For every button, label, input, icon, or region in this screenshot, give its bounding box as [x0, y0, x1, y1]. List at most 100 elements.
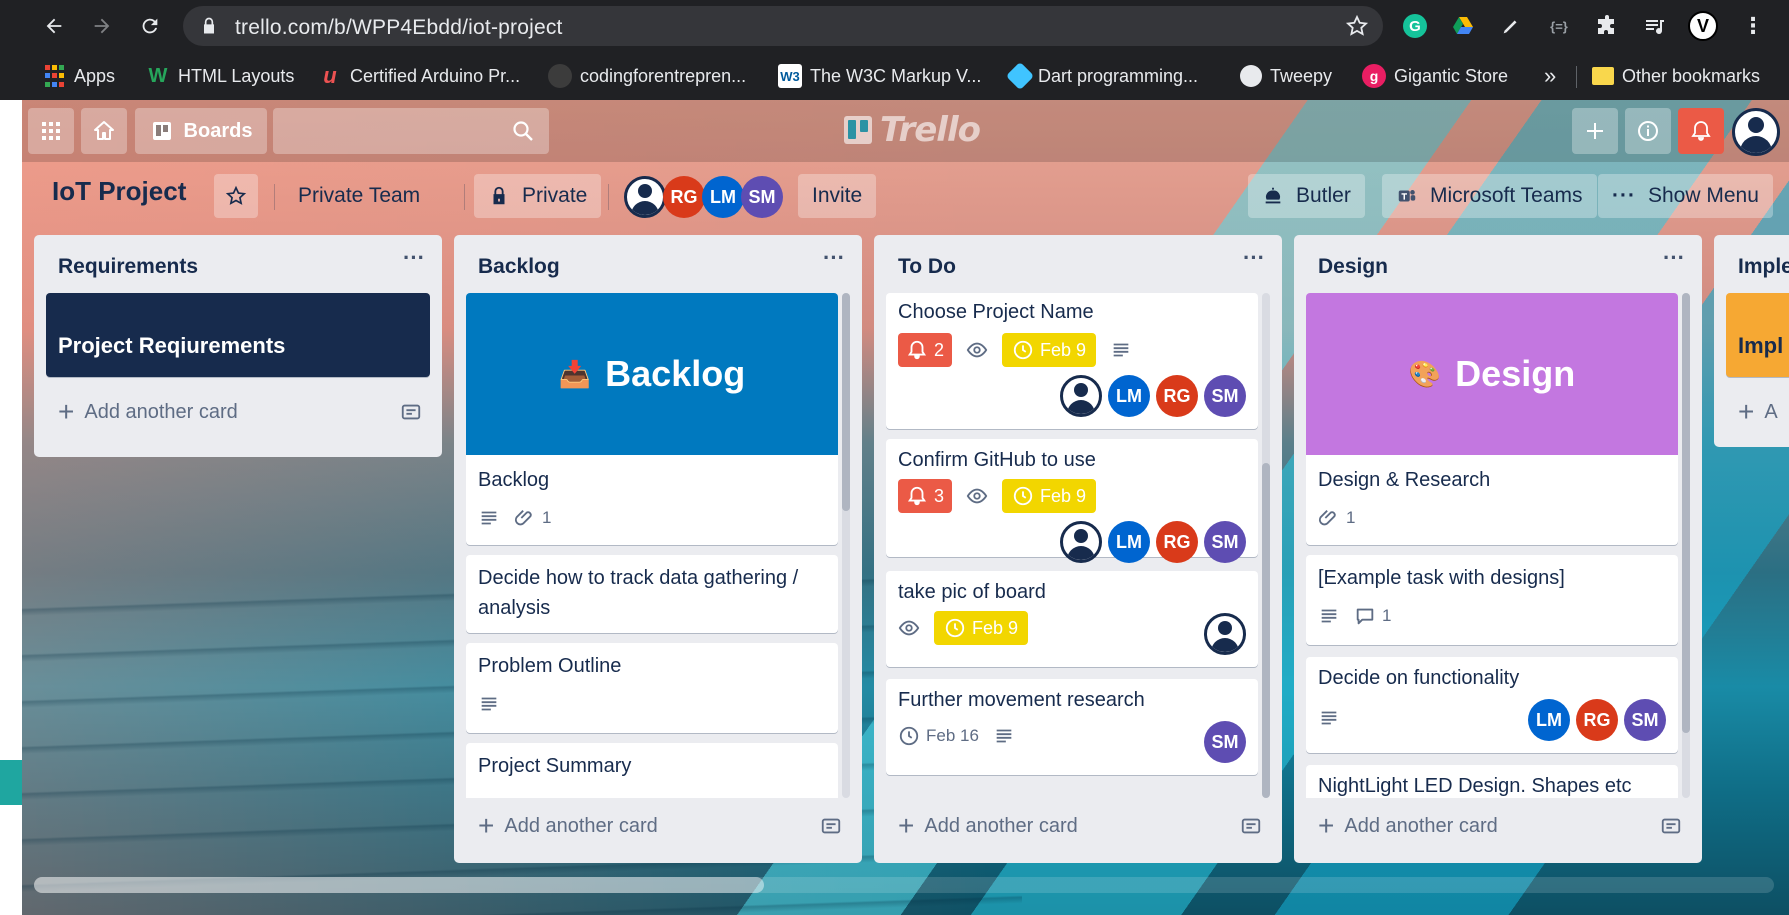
pen-extension-icon[interactable] — [1496, 11, 1526, 41]
member-avatar-lm[interactable]: LM — [1108, 521, 1150, 563]
create-button[interactable] — [1572, 108, 1618, 154]
scrollbar-thumb[interactable] — [34, 877, 764, 893]
member-avatar-sm[interactable]: SM — [1624, 699, 1666, 741]
add-card-button[interactable]: + Add another card — [58, 395, 238, 429]
card-badges: 1 — [478, 501, 551, 535]
microsoft-teams-button[interactable]: Microsoft Teams — [1382, 174, 1597, 218]
list-implementation: Imple Impl + A — [1714, 235, 1789, 447]
info-button[interactable] — [1625, 108, 1671, 154]
address-bar[interactable]: trello.com/b/WPP4Ebdd/iot-project — [183, 6, 1383, 46]
visibility-button[interactable]: Private — [474, 174, 602, 218]
member-avatar-lm[interactable]: LM — [1108, 375, 1150, 417]
add-card-button[interactable]: + Add another card — [1318, 809, 1498, 843]
bookmark-other-bookmarks[interactable]: Other bookmarks — [1592, 62, 1760, 90]
member-avatar-sm[interactable]: SM — [1204, 375, 1246, 417]
json-extension-icon[interactable]: {=} — [1544, 11, 1574, 41]
show-menu-button[interactable]: ··· Show Menu — [1598, 174, 1773, 218]
member-avatar-user[interactable] — [1060, 375, 1102, 417]
star-board-button[interactable] — [214, 174, 258, 218]
card[interactable]: Decide on functionality LM RG SM — [1306, 657, 1678, 753]
search-input[interactable] — [273, 108, 549, 154]
card[interactable]: Impl — [1726, 293, 1789, 377]
member-avatar-sm[interactable]: SM — [741, 176, 783, 218]
trello-logo[interactable]: Trello — [844, 110, 981, 150]
list-title[interactable]: Requirements — [58, 255, 198, 279]
forward-button[interactable] — [86, 10, 118, 42]
add-card-button[interactable]: + Add another card — [478, 809, 658, 843]
more-bookmarks-button[interactable]: » — [1544, 62, 1556, 90]
bookmark-tweepy[interactable]: Tweepy — [1240, 62, 1332, 90]
card[interactable]: Decide how to track data gathering / ana… — [466, 555, 838, 633]
board-horizontal-scrollbar[interactable] — [34, 877, 1774, 893]
card[interactable]: Confirm GitHub to use 3 Feb 9 LM RG SM — [886, 439, 1258, 563]
list-scrollbar[interactable] — [1262, 293, 1270, 798]
member-avatar-sm[interactable]: SM — [1204, 721, 1246, 763]
member-avatar-rg[interactable]: RG — [1156, 375, 1198, 417]
card[interactable]: 🎨 Design Design & Research 1 — [1306, 293, 1678, 545]
card-template-icon[interactable] — [1660, 815, 1682, 837]
bookmark-gigantic-store[interactable]: g Gigantic Store — [1362, 62, 1508, 90]
member-avatar-lm[interactable]: LM — [1528, 699, 1570, 741]
list-scrollbar[interactable] — [842, 293, 850, 798]
boards-button[interactable]: Boards — [135, 108, 267, 154]
bookmark-certified-arduino[interactable]: u Certified Arduino Pr... — [318, 62, 520, 90]
invite-button[interactable]: Invite — [798, 174, 877, 218]
list-title[interactable]: Design — [1318, 255, 1388, 279]
member-avatar-user[interactable] — [1204, 613, 1246, 655]
card[interactable]: Project Reqiurements — [46, 293, 430, 377]
card-template-icon[interactable] — [820, 815, 842, 837]
team-button[interactable]: Private Team — [284, 174, 434, 218]
card[interactable]: Choose Project Name 2 Feb 9 LM RG SM — [886, 293, 1258, 429]
card[interactable]: Problem Outline — [466, 643, 838, 733]
google-drive-extension-icon[interactable] — [1448, 11, 1478, 41]
member-avatar-rg[interactable]: RG — [1156, 521, 1198, 563]
card[interactable]: [Example task with designs] 1 — [1306, 555, 1678, 645]
media-control-icon[interactable] — [1640, 11, 1670, 41]
card-template-icon[interactable] — [400, 401, 422, 423]
back-button[interactable] — [38, 10, 70, 42]
card-template-icon[interactable] — [1240, 815, 1262, 837]
card[interactable]: NightLight LED Design. Shapes etc — [1306, 765, 1678, 798]
list-menu-button[interactable]: ··· — [1242, 247, 1266, 275]
card[interactable]: take pic of board Feb 9 — [886, 571, 1258, 667]
bookmark-codingforentrepreneurs[interactable]: codingforentrepren... — [548, 62, 746, 90]
reload-button[interactable] — [134, 10, 166, 42]
chrome-menu-icon[interactable]: ⋮ — [1738, 11, 1768, 41]
member-avatar-user[interactable] — [624, 176, 666, 218]
grammarly-extension-icon[interactable]: G — [1400, 11, 1430, 41]
profile-extension-icon[interactable]: V — [1688, 11, 1718, 41]
list-menu-button[interactable]: ··· — [822, 247, 846, 275]
account-avatar[interactable] — [1732, 108, 1780, 156]
butler-button[interactable]: Butler — [1248, 174, 1365, 218]
list-title[interactable]: Backlog — [478, 255, 560, 279]
bookmark-html-layouts[interactable]: W HTML Layouts — [146, 62, 295, 90]
divider — [608, 184, 609, 210]
card[interactable]: Project Summary — [466, 743, 838, 798]
list-scrollbar[interactable] — [1682, 293, 1690, 798]
board-title[interactable]: IoT Project — [52, 176, 186, 207]
bookmark-apps[interactable]: Apps — [42, 62, 115, 90]
bookmark-star-icon[interactable] — [1345, 14, 1369, 38]
bookmark-dart-programming[interactable]: Dart programming... — [1005, 61, 1198, 91]
paperclip-icon — [1318, 510, 1336, 526]
member-avatar-rg[interactable]: RG — [663, 176, 705, 218]
plus-icon: + — [898, 810, 915, 841]
list-title[interactable]: Imple — [1738, 255, 1789, 279]
member-avatar-lm[interactable]: LM — [702, 176, 744, 218]
member-avatar-user[interactable] — [1060, 521, 1102, 563]
extensions-puzzle-icon[interactable] — [1592, 11, 1622, 41]
folder-icon — [1592, 67, 1614, 85]
card[interactable]: Further movement research Feb 16 SM — [886, 679, 1258, 775]
add-card-button[interactable]: + A — [1738, 395, 1778, 429]
list-menu-button[interactable]: ··· — [402, 247, 426, 275]
home-button[interactable] — [81, 108, 127, 154]
member-avatar-rg[interactable]: RG — [1576, 699, 1618, 741]
add-card-button[interactable]: + Add another card — [898, 809, 1078, 843]
member-avatar-sm[interactable]: SM — [1204, 521, 1246, 563]
app-switcher-button[interactable] — [28, 108, 74, 154]
notifications-button[interactable] — [1678, 108, 1724, 154]
list-menu-button[interactable]: ··· — [1662, 247, 1686, 275]
card[interactable]: 📥 Backlog Backlog 1 — [466, 293, 838, 545]
list-title[interactable]: To Do — [898, 255, 956, 279]
bookmark-w3c-markup[interactable]: W3 The W3C Markup V... — [778, 62, 981, 90]
